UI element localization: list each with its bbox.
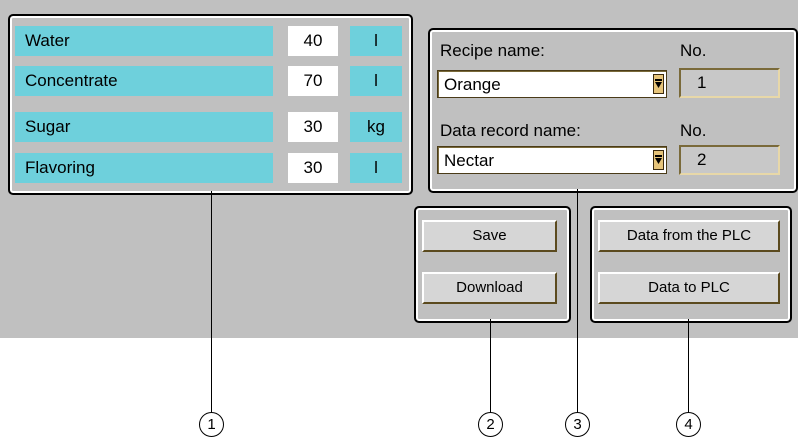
record-number-label: No. [680, 121, 707, 140]
recipe-number-label: No. [680, 41, 707, 60]
ingredient-value-input[interactable]: 30 [288, 153, 338, 183]
callout-line-3 [577, 189, 578, 413]
ingredient-name: Flavoring [15, 153, 273, 183]
callout-number-3: 3 [565, 412, 590, 437]
dropdown-arrow-icon[interactable] [653, 74, 664, 94]
record-name-value: Nectar [444, 151, 495, 170]
data-to-plc-button[interactable]: Data to PLC [598, 272, 780, 304]
recipe-name-label: Recipe name: [440, 41, 545, 60]
recipe-number-field: 1 [679, 68, 780, 98]
record-number-field: 2 [679, 145, 780, 175]
dropdown-arrow-icon[interactable] [653, 150, 664, 170]
ingredient-value-input[interactable]: 70 [288, 66, 338, 96]
save-button[interactable]: Save [422, 220, 557, 252]
callout-line-1 [211, 191, 212, 413]
record-name-dropdown[interactable]: Nectar [437, 146, 667, 174]
callout-number-2: 2 [478, 412, 503, 437]
ingredient-unit: l [350, 26, 402, 56]
record-name-label: Data record name: [440, 121, 581, 140]
download-button[interactable]: Download [422, 272, 557, 304]
callout-number-1: 1 [199, 412, 224, 437]
ingredient-name: Concentrate [15, 66, 273, 96]
callout-line-4 [688, 319, 689, 413]
recipe-name-dropdown[interactable]: Orange [437, 70, 667, 98]
ingredient-name: Sugar [15, 112, 273, 142]
callout-number-4: 4 [676, 412, 701, 437]
ingredient-unit: l [350, 153, 402, 183]
ingredient-name: Water [15, 26, 273, 56]
ingredient-unit: l [350, 66, 402, 96]
recipe-name-value: Orange [444, 75, 501, 94]
callout-line-2 [490, 319, 491, 413]
ingredient-value-input[interactable]: 30 [288, 112, 338, 142]
data-from-plc-button[interactable]: Data from the PLC [598, 220, 780, 252]
ingredient-value-input[interactable]: 40 [288, 26, 338, 56]
ingredient-unit: kg [350, 112, 402, 142]
